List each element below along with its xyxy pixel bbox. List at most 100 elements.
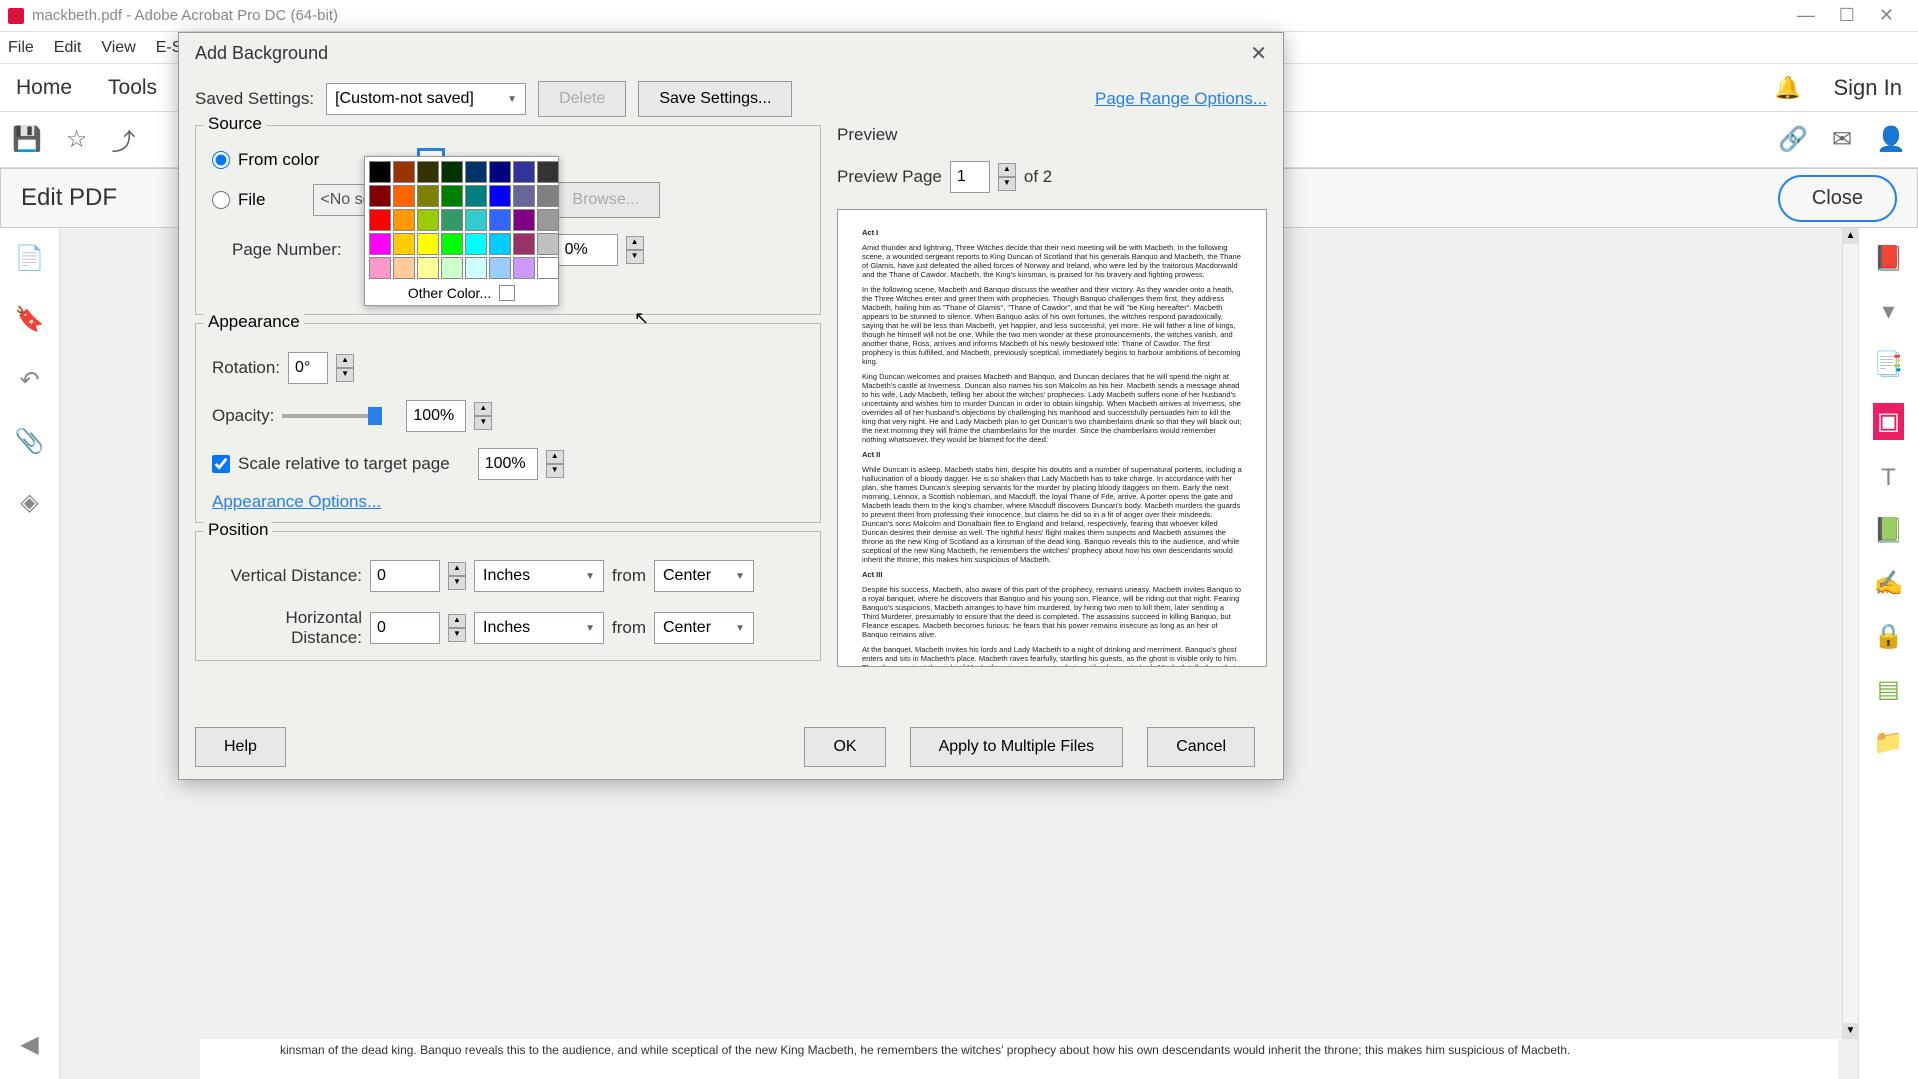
nav-home[interactable]: Home bbox=[16, 76, 72, 100]
export-icon[interactable]: 📗 bbox=[1874, 516, 1904, 545]
close-window-button[interactable]: ✕ bbox=[1879, 5, 1894, 26]
from-color-radio[interactable] bbox=[212, 151, 230, 169]
horizontal-units-dropdown[interactable]: Inches ▼ bbox=[474, 612, 604, 644]
page-range-options-link[interactable]: Page Range Options... bbox=[1095, 89, 1267, 109]
share-icon[interactable]: ⤴ bbox=[111, 122, 135, 157]
color-cell[interactable] bbox=[513, 185, 535, 207]
star-icon[interactable]: ☆ bbox=[66, 125, 88, 154]
color-cell[interactable] bbox=[441, 233, 463, 255]
color-cell[interactable] bbox=[369, 185, 391, 207]
other-color-swatch[interactable] bbox=[499, 285, 515, 301]
appearance-options-link[interactable]: Appearance Options... bbox=[212, 492, 381, 511]
sign-in-link[interactable]: Sign In bbox=[1834, 75, 1903, 101]
menu-edit[interactable]: Edit bbox=[54, 39, 82, 57]
maximize-button[interactable]: ☐ bbox=[1839, 5, 1855, 26]
color-cell[interactable] bbox=[513, 257, 535, 279]
opacity-spinner-up[interactable]: ▲ bbox=[474, 402, 492, 416]
chevron-icon[interactable]: ▾ bbox=[1882, 297, 1894, 326]
mail-icon[interactable]: ✉ bbox=[1832, 125, 1852, 154]
color-cell[interactable] bbox=[393, 161, 415, 183]
hdist-spinner-up[interactable]: ▲ bbox=[448, 614, 466, 628]
color-cell[interactable] bbox=[537, 209, 559, 231]
color-cell[interactable] bbox=[441, 161, 463, 183]
opacity-slider-thumb[interactable] bbox=[368, 407, 382, 425]
color-cell[interactable] bbox=[489, 233, 511, 255]
save-settings-button[interactable]: Save Settings... bbox=[638, 81, 792, 117]
edit-tool-highlight-icon[interactable]: ▣ bbox=[1873, 403, 1904, 440]
color-cell[interactable] bbox=[537, 233, 559, 255]
color-cell[interactable] bbox=[513, 161, 535, 183]
color-cell[interactable] bbox=[465, 185, 487, 207]
color-cell[interactable] bbox=[369, 161, 391, 183]
user-icon[interactable]: 👤 bbox=[1876, 125, 1906, 154]
scroll-up-arrow[interactable]: ▲ bbox=[1843, 228, 1858, 244]
compress-icon[interactable]: 📁 bbox=[1874, 728, 1904, 757]
vertical-scrollbar[interactable]: ▲ ▼ bbox=[1842, 228, 1858, 1039]
dialog-close-button[interactable]: ✕ bbox=[1250, 41, 1267, 66]
color-cell[interactable] bbox=[489, 161, 511, 183]
color-cell[interactable] bbox=[465, 233, 487, 255]
close-button[interactable]: Close bbox=[1778, 175, 1897, 222]
color-cell[interactable] bbox=[513, 209, 535, 231]
color-cell[interactable] bbox=[537, 185, 559, 207]
scale-spinner-up[interactable]: ▲ bbox=[546, 450, 564, 464]
opacity-spinner-down[interactable]: ▼ bbox=[474, 416, 492, 430]
color-cell[interactable] bbox=[393, 185, 415, 207]
notifications-icon[interactable]: 🔔 bbox=[1774, 75, 1801, 101]
opacity-input[interactable] bbox=[406, 400, 466, 432]
undo-icon[interactable]: ↶ bbox=[19, 366, 39, 395]
color-cell[interactable] bbox=[393, 233, 415, 255]
scale-checkbox[interactable] bbox=[212, 455, 230, 473]
file-radio[interactable] bbox=[212, 191, 230, 209]
attachment-icon[interactable]: 📎 bbox=[15, 427, 45, 456]
color-cell[interactable] bbox=[417, 185, 439, 207]
link-icon[interactable]: 🔗 bbox=[1778, 125, 1808, 154]
color-cell[interactable] bbox=[465, 257, 487, 279]
color-cell[interactable] bbox=[393, 257, 415, 279]
preview-page-input[interactable] bbox=[950, 161, 990, 193]
scale-input[interactable] bbox=[478, 448, 538, 480]
color-cell[interactable] bbox=[489, 257, 511, 279]
color-cell[interactable] bbox=[537, 257, 559, 279]
opacity-slider[interactable] bbox=[282, 414, 382, 418]
ok-button[interactable]: OK bbox=[804, 727, 885, 767]
scale-spinner-down[interactable]: ▼ bbox=[546, 464, 564, 478]
save-icon[interactable]: 💾 bbox=[12, 125, 42, 154]
scroll-down-arrow[interactable]: ▼ bbox=[1843, 1023, 1858, 1039]
color-cell[interactable] bbox=[513, 233, 535, 255]
horizontal-distance-input[interactable] bbox=[370, 612, 440, 644]
color-cell[interactable] bbox=[489, 185, 511, 207]
spinner-up[interactable]: ▲ bbox=[626, 236, 644, 250]
vertical-units-dropdown[interactable]: Inches ▼ bbox=[474, 560, 604, 592]
preview-spinner-up[interactable]: ▲ bbox=[998, 163, 1016, 177]
organize-icon[interactable]: ▤ bbox=[1877, 675, 1900, 704]
pages-icon[interactable]: 📄 bbox=[15, 244, 45, 273]
color-cell[interactable] bbox=[441, 209, 463, 231]
help-button[interactable]: Help bbox=[195, 727, 286, 767]
color-cell[interactable] bbox=[417, 209, 439, 231]
horizontal-origin-dropdown[interactable]: Center ▼ bbox=[654, 612, 754, 644]
spinner-down[interactable]: ▼ bbox=[626, 250, 644, 264]
color-cell[interactable] bbox=[537, 161, 559, 183]
apply-multiple-button[interactable]: Apply to Multiple Files bbox=[910, 727, 1124, 767]
color-cell[interactable] bbox=[465, 209, 487, 231]
cancel-button[interactable]: Cancel bbox=[1147, 727, 1255, 767]
menu-view[interactable]: View bbox=[101, 39, 135, 57]
color-cell[interactable] bbox=[441, 185, 463, 207]
collapse-icon[interactable]: ◀ bbox=[20, 1030, 38, 1059]
other-color-link[interactable]: Other Color... bbox=[408, 285, 491, 301]
color-cell[interactable] bbox=[465, 161, 487, 183]
nav-tools[interactable]: Tools bbox=[108, 76, 157, 100]
color-cell[interactable] bbox=[393, 209, 415, 231]
rotation-spinner-up[interactable]: ▲ bbox=[336, 354, 354, 368]
hdist-spinner-down[interactable]: ▼ bbox=[448, 628, 466, 642]
color-cell[interactable] bbox=[489, 209, 511, 231]
color-cell[interactable] bbox=[441, 257, 463, 279]
minimize-button[interactable]: — bbox=[1797, 5, 1815, 26]
page-number-input[interactable] bbox=[558, 234, 618, 266]
color-cell[interactable] bbox=[369, 257, 391, 279]
menu-file[interactable]: File bbox=[8, 39, 34, 57]
vertical-distance-input[interactable] bbox=[370, 560, 440, 592]
text-icon[interactable]: T bbox=[1881, 464, 1896, 492]
bookmark-icon[interactable]: 🔖 bbox=[15, 305, 45, 334]
